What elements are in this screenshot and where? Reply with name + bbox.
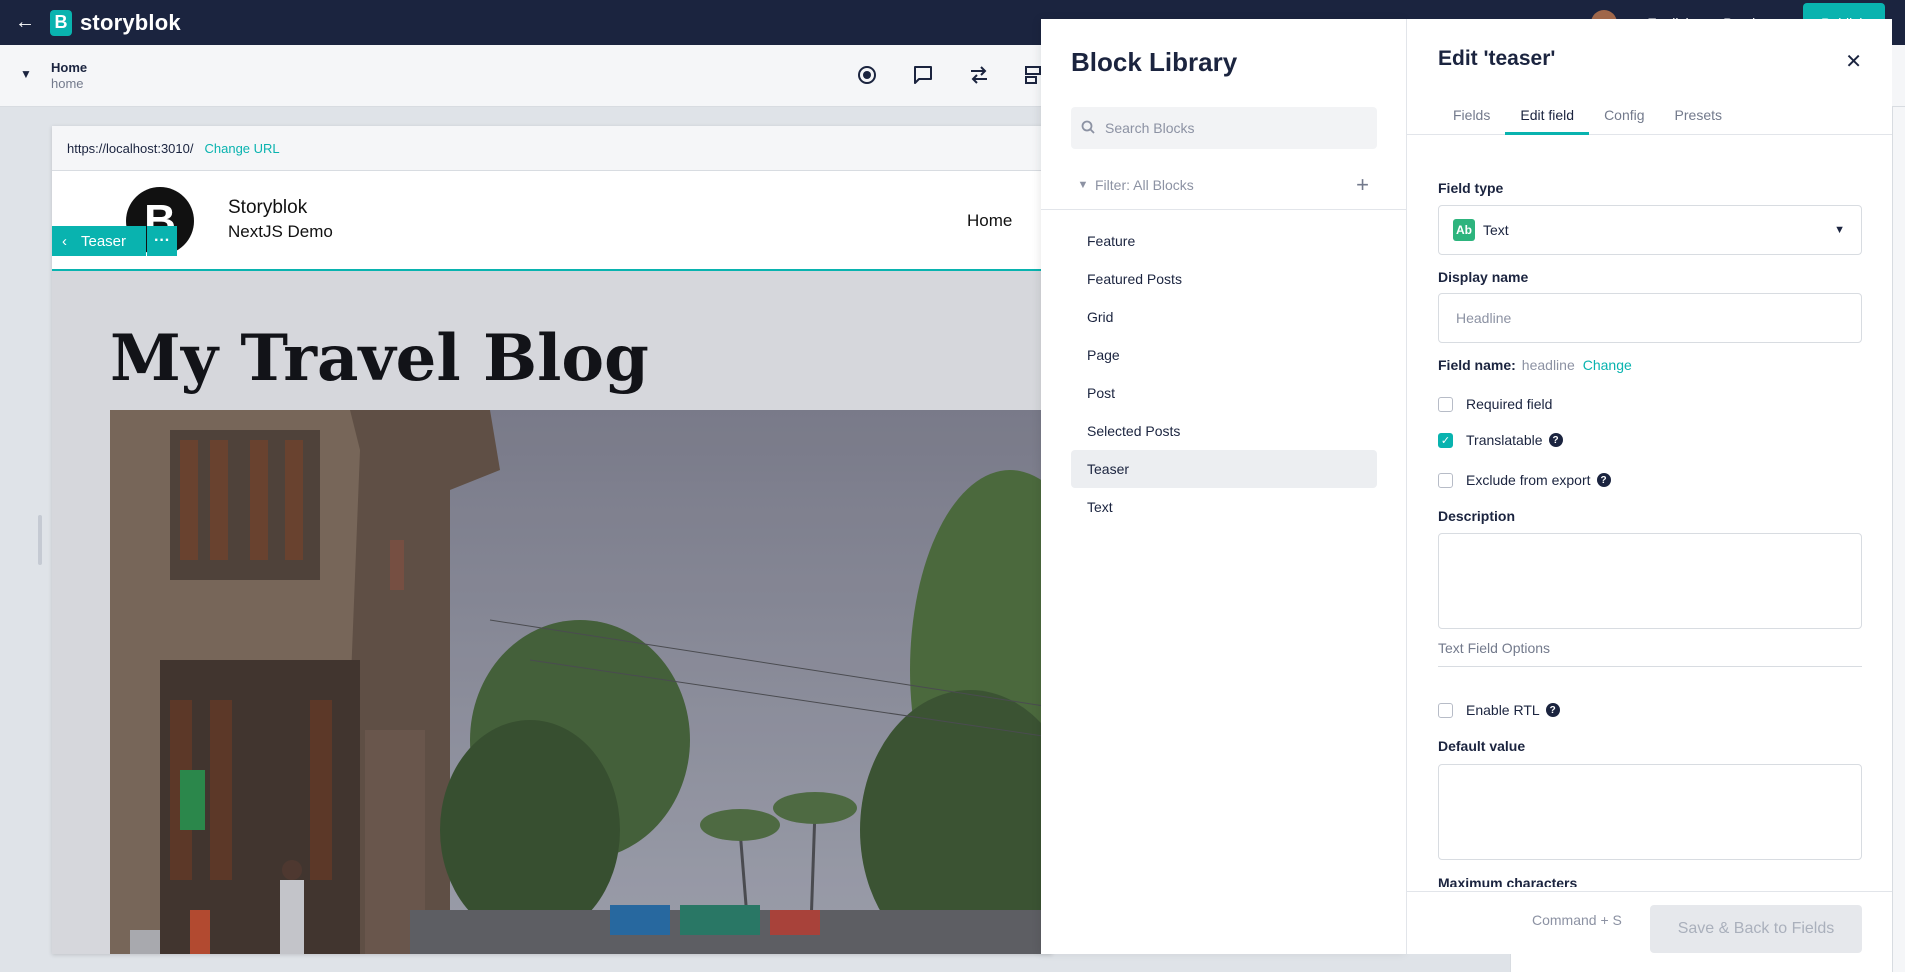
close-icon[interactable]: ✕ — [1845, 49, 1862, 74]
edit-tabs: Fields Edit field Config Presets — [1407, 101, 1892, 135]
site-subtitle: NextJS Demo — [228, 222, 333, 241]
chevron-down-icon: ▼ — [1077, 179, 1089, 191]
block-list: Feature Featured Posts Grid Page Post Se… — [1071, 222, 1377, 526]
divider — [1041, 209, 1407, 210]
default-value-label: Default value — [1438, 738, 1526, 754]
tab-edit-field[interactable]: Edit field — [1505, 101, 1590, 135]
field-type-select[interactable]: Ab Text ▼ — [1438, 205, 1862, 255]
block-item-teaser[interactable]: Teaser — [1071, 450, 1377, 488]
exclude-export-label: Exclude from export — [1466, 472, 1591, 488]
field-name-label: Field name: — [1438, 357, 1516, 373]
brand-name: storyblok — [80, 9, 181, 35]
help-icon[interactable]: ? — [1545, 703, 1560, 717]
default-value-textarea[interactable] — [1438, 764, 1862, 860]
field-name-value: headline — [1521, 357, 1575, 373]
enable-rtl-checkbox[interactable] — [1438, 702, 1453, 718]
search-icon — [1081, 120, 1095, 137]
exclude-export-checkbox[interactable] — [1438, 472, 1453, 488]
teaser-tag-text: Teaser — [81, 232, 127, 250]
edit-field-form: Field type Ab Text ▼ Display name Headli… — [1438, 135, 1862, 887]
tab-presets[interactable]: Presets — [1660, 101, 1737, 135]
field-name-change-link[interactable]: Change — [1583, 357, 1632, 373]
back-arrow-icon[interactable]: ← — [0, 11, 50, 34]
teaser-block-tag[interactable]: ‹ Teaser ··· — [52, 226, 178, 256]
block-library-title: Block Library — [1071, 47, 1238, 77]
save-back-button[interactable]: Save & Back to Fields — [1650, 905, 1862, 953]
site-nav-home[interactable]: Home — [967, 211, 1012, 231]
exclude-export-row[interactable]: Exclude from export ? — [1438, 472, 1611, 488]
filter-label: Filter: All Blocks — [1095, 177, 1194, 193]
add-block-icon[interactable]: + — [1356, 172, 1369, 198]
tab-config[interactable]: Config — [1589, 101, 1659, 135]
toolbar-icons — [855, 63, 1047, 87]
teaser-highlight-overlay — [52, 271, 1052, 954]
display-name-label: Display name — [1438, 269, 1529, 285]
save-shortcut-hint: Command + S — [1532, 912, 1622, 928]
enable-rtl-row[interactable]: Enable RTL ? — [1438, 702, 1560, 718]
change-url-link[interactable]: Change URL — [204, 141, 279, 156]
required-checkbox[interactable] — [1438, 396, 1453, 412]
story-slug: home — [51, 76, 84, 91]
edit-panel-footer: Command + S Save & Back to Fields — [1407, 891, 1892, 954]
block-item-page[interactable]: Page — [1071, 336, 1377, 374]
description-label: Description — [1438, 508, 1516, 524]
preview-url: https://localhost:3010/ — [67, 140, 194, 156]
block-item-selected-posts[interactable]: Selected Posts — [1071, 412, 1377, 450]
tab-fields[interactable]: Fields — [1438, 101, 1505, 135]
storyblok-logo-icon: B — [50, 9, 72, 36]
text-field-options-header: Text Field Options — [1438, 640, 1862, 667]
display-name-field[interactable]: Headline — [1438, 293, 1862, 343]
block-item-grid[interactable]: Grid — [1071, 298, 1377, 336]
enable-rtl-label: Enable RTL — [1466, 702, 1540, 718]
block-item-post[interactable]: Post — [1071, 374, 1377, 412]
required-field-row[interactable]: Required field — [1438, 396, 1552, 412]
site-header: B Storyblok NextJS Demo Home ‹ Teaser ··… — [52, 171, 1052, 271]
edit-panel-title: Edit 'teaser' — [1438, 47, 1556, 70]
swap-icon[interactable] — [967, 63, 991, 87]
field-type-label: Field type — [1438, 180, 1504, 196]
side-panel-bottom — [1510, 954, 1892, 972]
block-filter[interactable]: ▼ Filter: All Blocks + — [1071, 171, 1377, 199]
field-name-row: Field name: headline Change — [1438, 357, 1632, 373]
more-options-icon[interactable]: ··· — [147, 226, 178, 256]
field-type-value: Text — [1483, 222, 1509, 238]
help-icon[interactable]: ? — [1596, 473, 1611, 487]
edit-field-panel: Edit 'teaser' ✕ Fields Edit field Config… — [1407, 19, 1892, 954]
max-characters-label: Maximum characters — [1438, 875, 1578, 887]
chevron-down-icon[interactable]: ▼ — [20, 67, 32, 81]
translatable-checkbox[interactable]: ✓ — [1438, 432, 1453, 448]
translatable-row[interactable]: ✓ Translatable ? — [1438, 432, 1563, 448]
chevron-left-icon: ‹ — [62, 232, 67, 250]
site-name: Storyblok — [228, 197, 308, 218]
visual-preview: https://localhost:3010/ Change URL B Sto… — [52, 126, 1052, 954]
preview-url-bar: https://localhost:3010/ Change URL — [52, 126, 1052, 171]
side-panel-edge — [1892, 107, 1905, 972]
block-item-text[interactable]: Text — [1071, 488, 1377, 526]
resize-handle[interactable] — [38, 515, 42, 565]
search-placeholder: Search Blocks — [1105, 120, 1195, 136]
block-library-panel: Block Library Search Blocks ▼ Filter: Al… — [1041, 19, 1407, 954]
block-item-featured-posts[interactable]: Featured Posts — [1071, 260, 1377, 298]
comment-icon[interactable] — [911, 63, 935, 87]
teaser-tag-label[interactable]: ‹ Teaser — [52, 226, 147, 256]
description-textarea[interactable] — [1438, 533, 1862, 629]
block-item-feature[interactable]: Feature — [1071, 222, 1377, 260]
chevron-down-icon: ▼ — [1834, 224, 1845, 236]
text-type-icon: Ab — [1453, 219, 1475, 241]
block-search-input[interactable]: Search Blocks — [1071, 107, 1377, 149]
help-icon[interactable]: ? — [1548, 433, 1563, 447]
story-title: Home — [51, 60, 88, 75]
target-icon[interactable] — [855, 63, 879, 87]
translatable-label: Translatable — [1466, 432, 1543, 448]
required-label: Required field — [1466, 396, 1553, 412]
